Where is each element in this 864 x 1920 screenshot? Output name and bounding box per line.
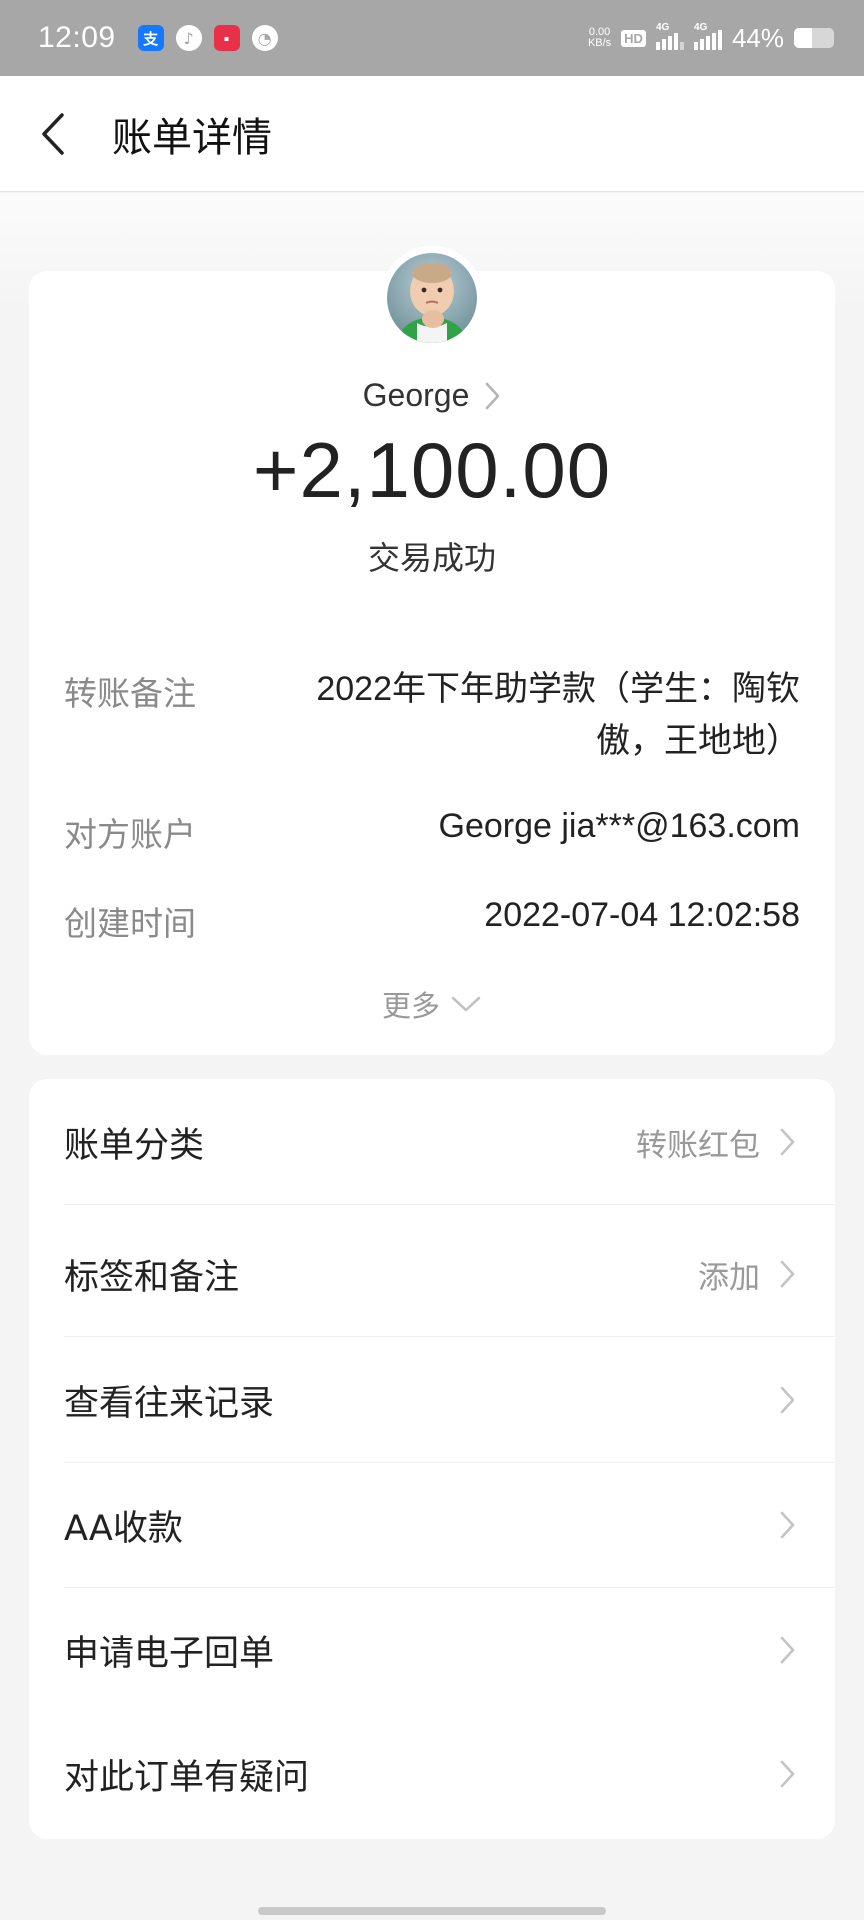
status-bar: 12:09 支 ♪ ▪ ◔ 0.00 KB/s HD 4G 4G 44% [0,0,864,76]
chevron-down-icon [451,996,481,1012]
action-aa-collect[interactable]: AA收款 [29,1462,835,1588]
action-value: 添加 [698,1259,760,1296]
action-label: 查看往来记录 [64,1383,275,1424]
account-label: 对方账户 [64,815,196,854]
hd-icon: HD [621,29,646,47]
signal-sim1-icon: 4G [655,22,684,50]
account-value: George jia***@163.com [438,807,800,845]
payer-link[interactable]: George [29,377,835,414]
more-button[interactable]: 更多 [29,983,835,1025]
battery-icon [794,28,834,48]
chevron-right-icon [774,1122,800,1162]
action-label: 账单分类 [64,1125,205,1166]
page-title: 账单详情 [112,114,272,161]
chevron-right-icon [774,1505,800,1545]
created-time-value: 2022-07-04 12:02:58 [484,896,800,934]
action-label: AA收款 [64,1508,183,1549]
transaction-detail-card: George +2,100.00 交易成功 转账备注 2022年下年助学款（学生… [29,246,835,1055]
chevron-right-icon [774,1380,800,1420]
status-indicators: 0.00 KB/s HD 4G 4G 44% [587,22,834,54]
avatar-image [387,253,477,343]
transaction-status: 交易成功 [367,539,496,577]
memo-value: 2022年下年助学款（学生：陶钦傲，王地地） [316,670,800,760]
notification-icons: 支 ♪ ▪ ◔ [137,25,278,51]
avatar[interactable] [380,246,484,350]
chevron-left-icon [42,112,64,155]
speedometer-icon: ◔ [251,25,278,51]
created-time-label: 创建时间 [64,904,196,943]
action-order-question[interactable]: 对此订单有疑问 [29,1711,835,1837]
action-label: 对此订单有疑问 [64,1757,310,1798]
action-value: 转账红包 [636,1127,760,1164]
more-label: 更多 [381,989,440,1023]
action-tags-notes[interactable]: 标签和备注 添加 [29,1211,835,1337]
action-view-history[interactable]: 查看往来记录 [29,1337,835,1463]
actions-card: 账单分类 转账红包 标签和备注 添加 查看往来记录 AA收款 申请电子回单 对此… [29,1079,835,1839]
action-label: 标签和备注 [64,1257,240,1298]
chevron-right-icon [486,382,500,409]
home-indicator[interactable] [258,1907,606,1915]
back-button[interactable] [8,76,98,192]
memo-label: 转账备注 [64,674,196,713]
music-app-icon: ♪ [175,25,202,51]
payer-name: George [362,377,470,413]
action-e-receipt[interactable]: 申请电子回单 [29,1587,835,1713]
action-label: 申请电子回单 [64,1633,275,1674]
transaction-amount: +2,100.00 [252,426,612,514]
chevron-right-icon [774,1754,800,1794]
red-app-icon: ▪ [213,25,240,51]
chevron-right-icon [774,1630,800,1670]
signal-sim2-icon: 4G [693,22,722,50]
action-bill-category[interactable]: 账单分类 转账红包 [29,1079,835,1205]
row-divider [64,1204,835,1205]
alipay-icon: 支 [137,25,164,51]
network-speed: 0.00 KB/s [587,26,612,49]
status-time: 12:09 [38,21,116,54]
battery-percent: 44% [731,22,784,53]
chevron-right-icon [774,1254,800,1294]
app-header: 账单详情 [0,76,864,192]
